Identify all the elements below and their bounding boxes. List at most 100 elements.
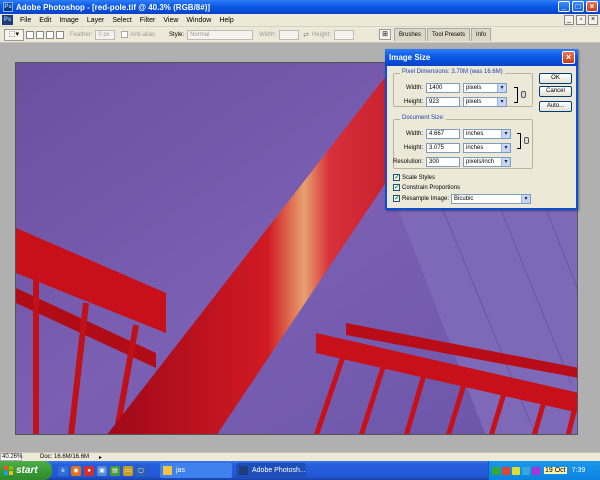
doc-link-bracket xyxy=(517,133,521,149)
tray-clock[interactable]: 7:39 xyxy=(572,467,586,474)
taskbar: start e ◉ ● ▣ ▤ ▭ ▢ jas Adobe Photosh...… xyxy=(0,461,600,480)
doc-height-label: Height: xyxy=(403,145,423,151)
folder-icon[interactable]: ▭ xyxy=(123,465,133,476)
chevron-down-icon: ▾ xyxy=(501,130,510,138)
taskbar-button-jas[interactable]: jas xyxy=(160,463,232,478)
tray-icon[interactable] xyxy=(492,466,500,475)
chain-link-icon xyxy=(521,91,526,98)
doc-width-unit-select[interactable]: inches ▾ xyxy=(463,129,511,139)
ok-button[interactable]: OK xyxy=(539,73,572,84)
resolution-input[interactable]: 300 xyxy=(426,157,460,167)
style-select[interactable]: Normal xyxy=(187,29,254,40)
resolution-unit-select[interactable]: pixels/inch ▾ xyxy=(463,157,511,167)
doc-restore-button[interactable]: ▫ xyxy=(576,15,586,25)
palette-tab-info[interactable]: Info xyxy=(471,28,492,41)
doc-close-button[interactable]: × xyxy=(588,15,598,25)
feather-input[interactable]: 0 px xyxy=(95,29,116,40)
antialias-label: Anti-alias xyxy=(130,31,156,38)
antialias-checkbox[interactable] xyxy=(121,31,129,38)
menu-view[interactable]: View xyxy=(159,17,182,24)
doc-width-input[interactable]: 4.667 xyxy=(426,129,460,139)
scale-styles-label: Scale Styles xyxy=(402,174,436,181)
photoshop-icon xyxy=(239,466,248,475)
system-tray: 19 Oct 7:39 xyxy=(488,461,600,480)
menu-help[interactable]: Help xyxy=(215,17,237,24)
add-selection-icon[interactable] xyxy=(36,30,44,39)
close-button[interactable]: × xyxy=(586,1,598,12)
menu-edit[interactable]: Edit xyxy=(35,17,55,24)
doc-height-unit-select[interactable]: inches ▾ xyxy=(463,143,511,153)
zoom-level-field[interactable]: 40.26% xyxy=(0,453,22,461)
menu-select[interactable]: Select xyxy=(108,17,135,24)
tray-icon[interactable] xyxy=(502,466,510,475)
media-icon[interactable]: ▣ xyxy=(97,465,107,476)
doc-height-input[interactable]: 3.075 xyxy=(426,143,460,153)
scale-styles-checkbox[interactable]: Scale Styles xyxy=(393,173,436,181)
checkmark-icon xyxy=(393,194,400,202)
dialog-title: Image Size xyxy=(385,49,578,66)
pixel-width-unit-select[interactable]: pixels ▾ xyxy=(463,83,507,93)
options-bar: ⬚▾ Feather: 0 px Anti-alias Style: Norma… xyxy=(0,27,600,43)
resolution-label: Resolution: xyxy=(393,159,424,165)
width-label: Width: xyxy=(259,31,277,38)
window-icon[interactable]: ▢ xyxy=(136,465,146,476)
quick-launch: e ◉ ● ▣ ▤ ▭ ▢ xyxy=(58,465,146,476)
ie-icon[interactable]: e xyxy=(58,465,68,476)
menu-window[interactable]: Window xyxy=(182,17,215,24)
menu-filter[interactable]: Filter xyxy=(136,17,160,24)
auto-button[interactable]: Auto... xyxy=(539,101,572,112)
width-label: Width: xyxy=(405,85,423,91)
minimize-button[interactable]: _ xyxy=(558,1,570,12)
feather-label: Feather: xyxy=(70,31,93,38)
dialog-close-button[interactable]: × xyxy=(562,51,575,64)
resample-image-checkbox[interactable]: Resample Image: xyxy=(393,194,449,202)
tray-date: 19 Oct xyxy=(544,467,567,474)
tray-icon[interactable] xyxy=(522,466,530,475)
tray-icon[interactable] xyxy=(512,466,520,475)
palette-well: Brushes Tool Presets Info xyxy=(394,28,492,41)
pixel-height-input[interactable]: 923 xyxy=(426,97,460,107)
window-title-bar: Ps Adobe Photoshop - [red-pole.tif @ 40.… xyxy=(0,0,600,14)
intersect-selection-icon[interactable] xyxy=(56,30,64,39)
palette-tab-tool-presets[interactable]: Tool Presets xyxy=(427,28,471,41)
subtract-selection-icon[interactable] xyxy=(46,30,54,39)
height-input[interactable] xyxy=(333,29,354,40)
resample-method-select[interactable]: Bicubic ▾ xyxy=(451,194,531,204)
swap-icon[interactable]: ⇄ xyxy=(303,31,309,39)
document-icon[interactable]: Ps xyxy=(2,15,13,25)
pixel-width-input[interactable]: 1400 xyxy=(426,83,460,93)
app-icon[interactable]: ● xyxy=(84,465,94,476)
style-label: Style: xyxy=(169,31,185,38)
chevron-down-icon: ▾ xyxy=(497,98,506,106)
explorer-icon[interactable]: ▤ xyxy=(110,465,120,476)
doc-width-label: Width: xyxy=(405,131,423,137)
taskbar-button-photoshop[interactable]: Adobe Photosh... xyxy=(236,463,306,478)
checkmark-icon xyxy=(393,173,400,181)
menu-layer[interactable]: Layer xyxy=(83,17,109,24)
status-menu-arrow-icon[interactable]: ▸ xyxy=(99,454,102,461)
new-selection-icon[interactable] xyxy=(26,30,34,39)
palette-tab-brushes[interactable]: Brushes xyxy=(394,28,427,41)
height-label: Height: xyxy=(403,99,423,105)
maximize-button[interactable]: □ xyxy=(572,1,584,12)
chevron-down-icon: ▾ xyxy=(497,84,506,92)
palette-toggle-icon[interactable]: ⊞ xyxy=(379,29,391,40)
chevron-down-icon: ▾ xyxy=(521,195,530,203)
folder-icon xyxy=(163,466,172,475)
start-label: start xyxy=(16,465,38,476)
width-input[interactable] xyxy=(279,29,300,40)
menu-image[interactable]: Image xyxy=(55,17,82,24)
pixel-height-unit-select[interactable]: pixels ▾ xyxy=(463,97,507,107)
cancel-button[interactable]: Cancel xyxy=(539,86,572,97)
windows-logo-icon xyxy=(4,466,13,475)
start-button[interactable]: start xyxy=(0,461,52,480)
status-bar: 40.26% Doc: 16.6M/16.6M ▸ xyxy=(0,452,600,461)
menu-file[interactable]: File xyxy=(16,17,35,24)
marquee-tool-preset[interactable]: ⬚▾ xyxy=(4,28,24,41)
tray-icon[interactable] xyxy=(532,466,540,475)
doc-minimize-button[interactable]: _ xyxy=(564,15,574,25)
pixel-dimensions-label: Pixel Dimensions: 3.70M (was 16.6M) xyxy=(400,69,505,75)
chain-link-icon xyxy=(524,137,529,144)
constrain-proportions-checkbox[interactable]: Constrain Proportions xyxy=(393,183,460,191)
firefox-icon[interactable]: ◉ xyxy=(71,465,81,476)
